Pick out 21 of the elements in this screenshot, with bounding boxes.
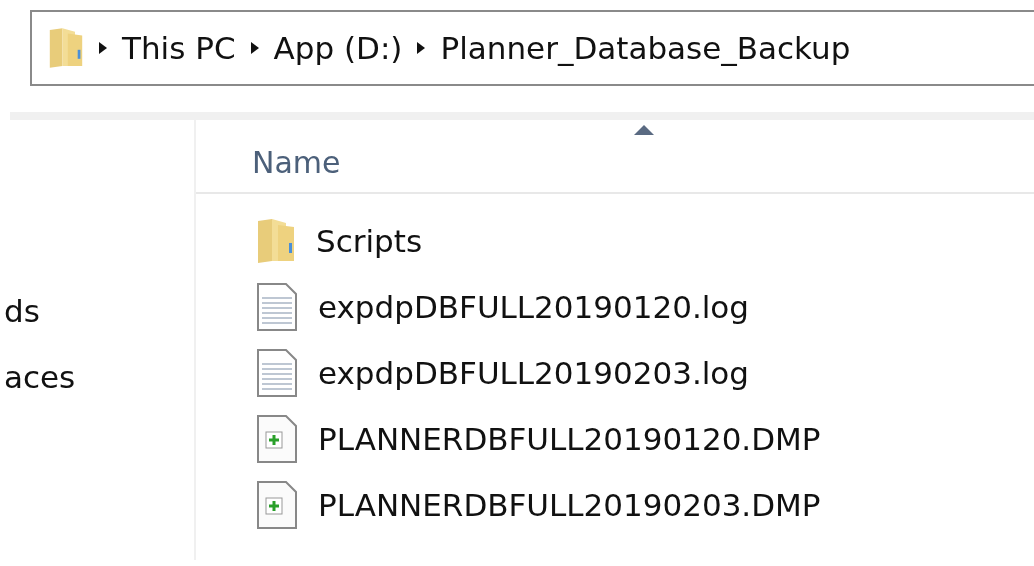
- chevron-right-icon[interactable]: [98, 41, 108, 55]
- chevron-right-icon[interactable]: [249, 41, 260, 55]
- nav-item[interactable]: ds: [4, 292, 194, 330]
- breadcrumb[interactable]: Planner_Database_Backup: [440, 24, 851, 72]
- sort-ascending-icon: [633, 124, 655, 136]
- file-name[interactable]: Scripts: [316, 217, 423, 265]
- file-name[interactable]: expdpDBFULL20190203.log: [318, 349, 749, 397]
- file-icon: [256, 414, 298, 464]
- text-file-icon: [256, 282, 298, 332]
- text-file-icon: [256, 348, 298, 398]
- column-header[interactable]: Name: [252, 140, 341, 185]
- folder-icon: [256, 217, 296, 265]
- file-name[interactable]: expdpDBFULL20190120.log: [318, 283, 749, 331]
- file-icon: [256, 480, 298, 530]
- file-name[interactable]: PLANNERDBFULL20190120.DMP: [318, 415, 821, 463]
- chevron-right-icon[interactable]: [416, 41, 427, 55]
- breadcrumb[interactable]: This PC: [122, 24, 236, 72]
- nav-item[interactable]: aces: [4, 358, 194, 396]
- breadcrumb[interactable]: App (D:): [273, 24, 403, 72]
- file-name[interactable]: PLANNERDBFULL20190203.DMP: [318, 481, 821, 529]
- folder-icon: [48, 26, 84, 70]
